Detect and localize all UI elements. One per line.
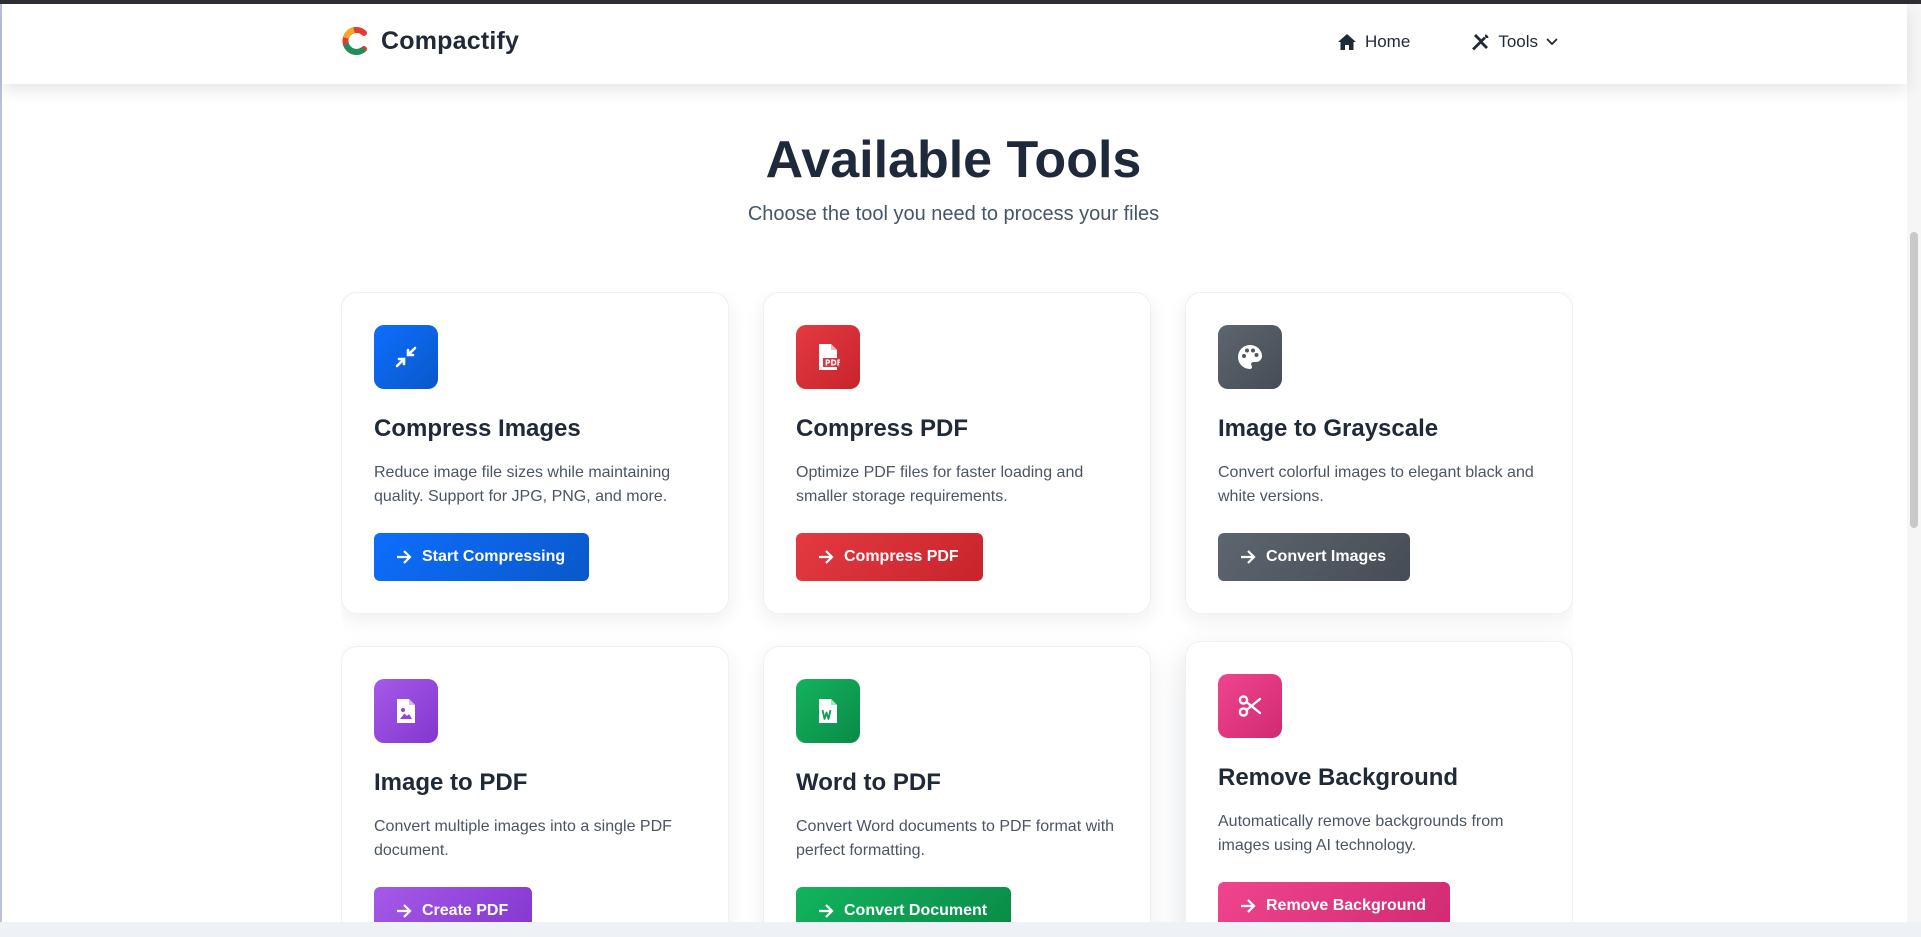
- word-file-icon: [819, 699, 837, 723]
- scissors-icon: [1238, 695, 1262, 717]
- tool-description: Convert colorful images to elegant black…: [1218, 464, 1534, 505]
- arrow-right-icon: [1241, 899, 1256, 913]
- svg-text:PDF: PDF: [825, 359, 840, 368]
- page-scrollbar[interactable]: [1907, 4, 1921, 922]
- tool-description: Automatically remove backgrounds from im…: [1218, 813, 1504, 854]
- tool-title: Word to PDF: [796, 769, 941, 796]
- pdf-file-icon: PDF: [819, 344, 840, 370]
- tool-icon-tile: [374, 679, 438, 743]
- tool-card-remove-background: Remove Background Automatically remove b…: [1185, 641, 1573, 922]
- arrow-right-icon: [1241, 550, 1256, 564]
- image-file-icon: [397, 699, 415, 723]
- button-label: Convert Images: [1266, 548, 1387, 565]
- tool-icon-tile: [374, 325, 438, 389]
- remove-background-button[interactable]: Remove Background: [1218, 882, 1451, 922]
- home-icon: [1337, 34, 1356, 50]
- tool-title: Image to PDF: [374, 769, 528, 796]
- browser-bottom-strip: [0, 922, 1921, 937]
- button-label: Create PDF: [422, 902, 509, 919]
- site-header: Compactify Home Tools: [2, 4, 1907, 84]
- start-compressing-button[interactable]: Start Compressing: [374, 533, 590, 581]
- brand-link[interactable]: Compactify: [341, 26, 519, 56]
- scrollbar-thumb[interactable]: [1910, 232, 1918, 528]
- tool-title: Image to Grayscale: [1218, 415, 1439, 442]
- tool-card-image-to-grayscale: Image to Grayscale Convert colorful imag…: [1185, 292, 1573, 614]
- tool-icon-tile: [1218, 674, 1282, 738]
- tools-grid: Compress Images Reduce image file sizes …: [341, 292, 1573, 922]
- brand-name: Compactify: [381, 26, 520, 55]
- tool-card-image-to-pdf: Image to PDF Convert multiple images int…: [341, 646, 729, 922]
- convert-document-button[interactable]: Convert Document: [796, 887, 1012, 922]
- tool-description: Optimize PDF files for faster loading an…: [796, 464, 1084, 505]
- compress-pdf-button[interactable]: Compress PDF: [796, 533, 983, 581]
- tool-title: Remove Background: [1218, 764, 1459, 791]
- create-pdf-button[interactable]: Create PDF: [374, 887, 533, 922]
- button-label: Convert Document: [844, 902, 988, 919]
- tool-icon-tile: [796, 679, 860, 743]
- nav-tools-dropdown[interactable]: Tools: [1472, 32, 1558, 52]
- tool-description: Convert multiple images into a single PD…: [374, 818, 672, 859]
- arrow-right-icon: [397, 550, 412, 564]
- button-label: Remove Background: [1266, 897, 1427, 914]
- main-nav: Home Tools: [1337, 32, 1558, 52]
- button-label: Compress PDF: [844, 548, 959, 565]
- tool-card-word-to-pdf: Word to PDF Convert Word documents to PD…: [763, 646, 1151, 922]
- nav-home[interactable]: Home: [1337, 32, 1410, 52]
- tool-card-compress-images: Compress Images Reduce image file sizes …: [341, 292, 729, 614]
- tool-icon-tile: PDF: [796, 325, 860, 389]
- nav-tools-label: Tools: [1498, 32, 1538, 51]
- page-subtitle: Choose the tool you need to process your…: [747, 203, 1160, 225]
- tool-description: Convert Word documents to PDF format wit…: [796, 818, 1115, 859]
- compactify-logo-icon: [342, 27, 367, 55]
- compress-arrows-icon: [395, 346, 417, 368]
- tool-icon-tile: [1218, 325, 1282, 389]
- tools-icon: [1472, 34, 1489, 51]
- convert-images-button[interactable]: Convert Images: [1218, 533, 1411, 581]
- arrow-right-icon: [819, 550, 834, 564]
- tool-description: Reduce image file sizes while maintainin…: [374, 464, 671, 505]
- tool-title: Compress Images: [374, 415, 581, 442]
- arrow-right-icon: [397, 904, 412, 918]
- tool-title: Compress PDF: [796, 415, 969, 442]
- chevron-down-icon: [1546, 38, 1558, 46]
- button-label: Start Compressing: [422, 548, 566, 565]
- palette-icon: [1238, 345, 1262, 369]
- tool-card-compress-pdf: PDF Compress PDF Optimize PDF files for …: [763, 292, 1151, 614]
- nav-home-label: Home: [1364, 32, 1411, 51]
- page-title: Available Tools: [765, 131, 1142, 189]
- arrow-right-icon: [819, 904, 834, 918]
